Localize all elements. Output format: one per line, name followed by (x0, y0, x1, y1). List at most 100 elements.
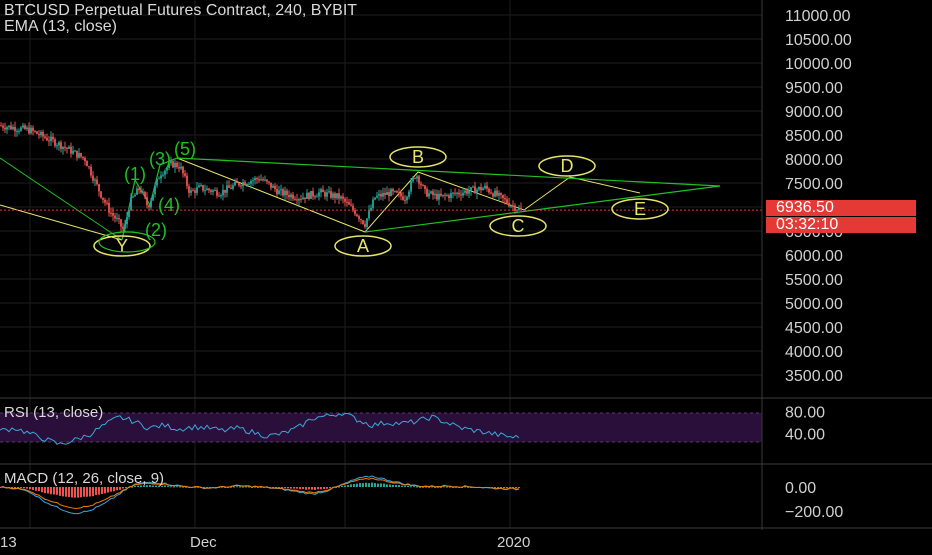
macd-histogram-bar (119, 487, 121, 490)
price-tick-label: 5000.00 (785, 296, 843, 313)
candle-body (46, 137, 48, 141)
candle-body (506, 199, 508, 204)
candle-body (206, 188, 208, 191)
candle-body (418, 176, 420, 184)
macd-histogram-bar (302, 487, 304, 490)
macd-histogram-bar (416, 486, 418, 488)
candle-body (328, 191, 330, 193)
candle-body (500, 193, 502, 195)
candle-body (356, 214, 358, 217)
candle-body (444, 194, 446, 196)
candle-body (44, 136, 46, 138)
candle-body (64, 146, 66, 148)
candle-body (342, 196, 344, 199)
price-tick-label: 9000.00 (785, 104, 843, 121)
candle-body (350, 204, 352, 206)
candle-body (294, 198, 296, 200)
candle-body (272, 185, 274, 188)
chart-area[interactable]: (5) (3) (1) (4) (2) Y A B C D E 11000.00 10500.00 10… (0, 0, 932, 551)
ema-indicator-label: EMA (13, close) (4, 18, 117, 35)
macd-histogram-bar (506, 487, 508, 489)
candle-body (148, 205, 150, 208)
candle-body (426, 188, 428, 197)
candle-body (198, 185, 200, 188)
candle-body (218, 195, 220, 197)
candle-body (514, 205, 516, 211)
candle-body (494, 190, 496, 197)
candle-body (140, 190, 142, 193)
candle-body (354, 210, 356, 215)
macd-histogram-bar (287, 487, 289, 489)
candle-body (134, 194, 136, 197)
candle-body (386, 191, 388, 195)
macd-histogram-bar (41, 487, 43, 493)
candle-body (388, 191, 390, 197)
candle-body (416, 176, 418, 179)
time-axis[interactable]: 13 Dec 2020 (0, 534, 530, 551)
candle-body (164, 170, 166, 175)
candle-body (336, 193, 338, 199)
last-price-badge: 6936.50 (766, 200, 916, 216)
candle-body (432, 191, 434, 196)
candle-body (86, 161, 88, 167)
candle-body (454, 192, 456, 194)
candle-body (458, 192, 460, 195)
macd-histogram-bar (53, 487, 55, 495)
candle-body (392, 189, 394, 192)
macd-histogram-bar (494, 487, 496, 488)
candle-body (84, 157, 86, 162)
candle-body (62, 146, 64, 149)
candle-body (252, 180, 254, 182)
candle-body (364, 223, 366, 227)
macd-histogram-bar (296, 487, 298, 489)
macd-histogram-bar (383, 483, 385, 487)
time-tick-label: 2020 (497, 534, 530, 550)
candle-body (438, 193, 440, 200)
candle-body (214, 190, 216, 192)
candle-body (322, 189, 324, 193)
candle-body (76, 150, 78, 158)
candle-body (212, 190, 214, 192)
candle-body (250, 181, 252, 184)
candle-body (332, 193, 334, 198)
candle-body (14, 127, 16, 132)
candle-body (92, 175, 94, 181)
candle-body (466, 190, 468, 194)
macd-histogram-bar (80, 487, 82, 498)
rsi-tick-label: 40.00 (785, 427, 825, 444)
candle-body (122, 226, 124, 229)
candle-body (398, 192, 400, 194)
candle-body (112, 213, 114, 216)
candle-body (288, 194, 290, 198)
wave-label: C (512, 216, 525, 236)
macd-histogram-bar (170, 486, 172, 488)
macd-histogram-bar (317, 487, 319, 490)
macd-histogram-bar (32, 487, 34, 490)
macd-histogram-bar (344, 485, 346, 487)
macd-histogram-bar (404, 486, 406, 488)
candle-body (478, 186, 480, 190)
candle-body (78, 153, 80, 158)
macd-histogram-bar (362, 483, 364, 487)
candle-body (480, 186, 482, 191)
candle-body (54, 139, 56, 146)
candle-body (344, 198, 346, 202)
candle-body (300, 199, 302, 201)
price-axis[interactable]: 11000.00 10500.00 10000.00 9500.00 9000.00 85… (0, 0, 932, 530)
price-chart-svg[interactable]: (5)(3)(1) (4) (2) Y A B C D E 11000.00 10500.00 10… (0, 0, 932, 551)
candle-body (260, 179, 262, 181)
candle-body (360, 219, 362, 221)
wave-label: (5) (174, 139, 196, 159)
macd-histogram-bar (407, 485, 409, 487)
candle-body (298, 199, 300, 201)
candle-body (376, 195, 378, 198)
candle-body (276, 189, 278, 195)
candle-body (30, 127, 32, 134)
candle-body (120, 219, 122, 227)
candle-body (476, 189, 478, 194)
candle-body (74, 150, 76, 152)
macd-histogram-bar (164, 485, 166, 487)
candle-body (200, 185, 202, 187)
macd-histogram-bar (401, 485, 403, 487)
candle-body (154, 185, 156, 195)
